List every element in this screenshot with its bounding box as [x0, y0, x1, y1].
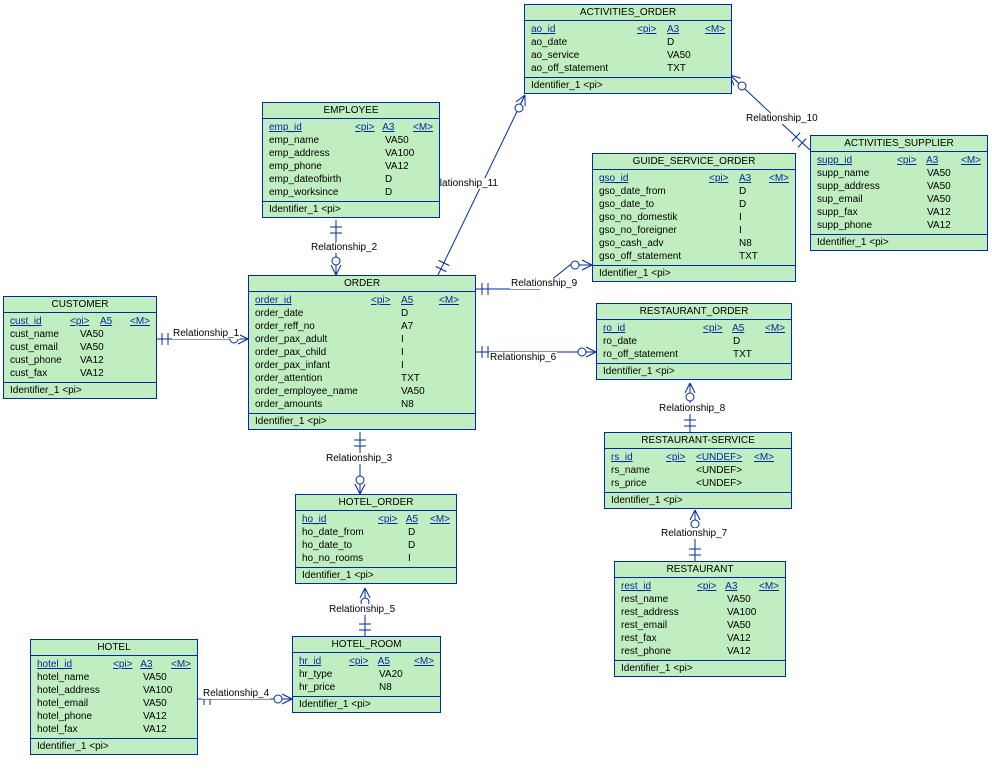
entity-customer: CUSTOMER cust_id<pi>A5<M> cust_nameVA50 …: [3, 296, 157, 399]
entity-title: ACTIVITIES_ORDER: [525, 5, 731, 21]
entity-activities-supplier: ACTIVITIES_SUPPLIER supp_id<pi>A3<M> sup…: [810, 135, 988, 251]
entity-title: HOTEL_ROOM: [293, 637, 440, 653]
identifier: Identifier_1 <pi>: [4, 383, 156, 398]
entity-restaurant: RESTAURANT rest_id<pi>A3<M> rest_nameVA5…: [614, 561, 786, 677]
rel-label-7: Relationship_7: [660, 528, 728, 539]
rel-label-10: Relationship_10: [745, 113, 819, 124]
entity-title: HOTEL_ORDER: [296, 495, 456, 511]
rel-label-6: Relationship_6: [489, 352, 557, 363]
entity-title: RESTAURANT-SERVICE: [605, 433, 791, 449]
entity-restaurant-order: RESTAURANT_ORDER ro_id<pi>A5<M> ro_dateD…: [596, 303, 792, 380]
rel-label-5: Relationship_5: [328, 604, 396, 615]
entity-title: ACTIVITIES_SUPPLIER: [811, 136, 987, 152]
rel-label-2: Relationship_2: [310, 242, 378, 253]
rel-label-3: Relationship_3: [325, 453, 393, 464]
entity-title: RESTAURANT: [615, 562, 785, 578]
entity-hotel-order: HOTEL_ORDER ho_id<pi>A5<M> ho_date_fromD…: [295, 494, 457, 584]
entity-hotel-room: HOTEL_ROOM hr_id<pi>A5<M> hr_typeVA20 hr…: [292, 636, 441, 713]
rel-label-4: Relationship_4: [202, 688, 270, 699]
entity-title: RESTAURANT_ORDER: [597, 304, 791, 320]
entity-employee: EMPLOYEE emp_id<pi>A3<M> emp_nameVA50 em…: [262, 102, 440, 218]
entity-hotel: HOTEL hotel_id<pi>A3<M> hotel_nameVA50 h…: [30, 639, 198, 755]
rel-label-8: Relationship_8: [658, 403, 726, 414]
rel-label-1: Relationship_1: [172, 328, 240, 339]
entity-activities-order: ACTIVITIES_ORDER ao_id<pi>A3<M> ao_dateD…: [524, 4, 732, 94]
entity-title: EMPLOYEE: [263, 103, 439, 119]
entity-title: GUIDE_SERVICE_ORDER: [593, 154, 795, 170]
entity-title: ORDER: [249, 276, 475, 292]
diagram-canvas: Relationship_1 Relationship_2 Relationsh…: [0, 0, 992, 777]
entity-title: CUSTOMER: [4, 297, 156, 313]
entity-restaurant-service: RESTAURANT-SERVICE rs_id<pi><UNDEF><M> r…: [604, 432, 792, 509]
rel-label-9: Relationship_9: [510, 278, 578, 289]
entity-guide-service-order: GUIDE_SERVICE_ORDER gso_id<pi>A3<M> gso_…: [592, 153, 796, 282]
entity-order: ORDER order_id<pi>A5<M> order_dateD orde…: [248, 275, 476, 430]
entity-title: HOTEL: [31, 640, 197, 656]
